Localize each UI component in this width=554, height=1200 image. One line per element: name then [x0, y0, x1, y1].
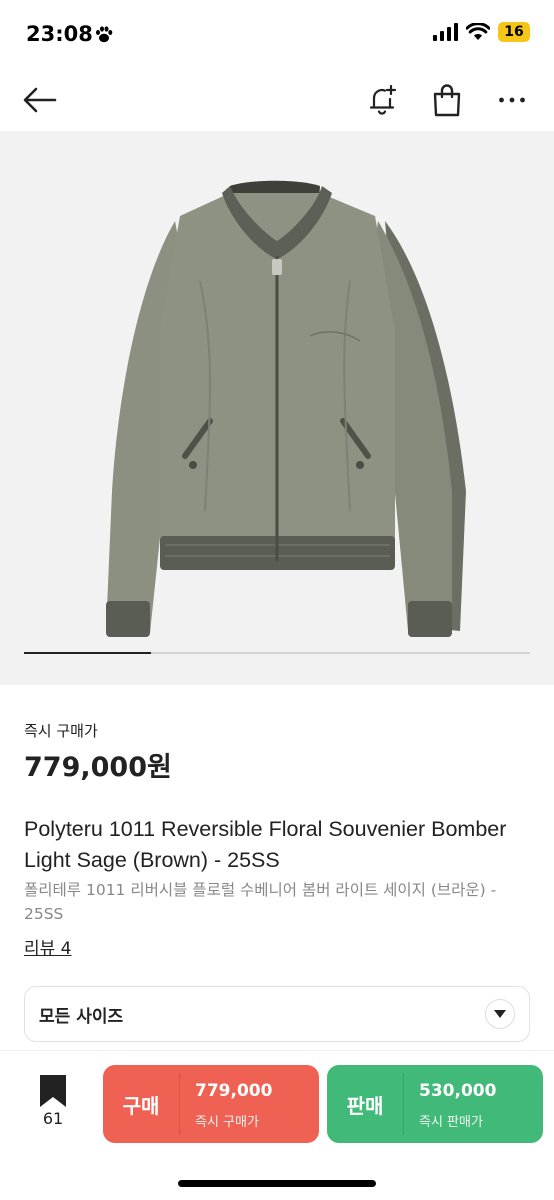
sell-button-divider — [403, 1073, 404, 1135]
nav-bar — [0, 70, 554, 130]
caret-down-icon — [494, 1010, 506, 1018]
sell-price-label: 즉시 판매가 — [419, 1115, 483, 1130]
buy-button-divider — [179, 1073, 180, 1135]
status-bar: 23:08 16 — [0, 0, 554, 70]
arrow-left-icon — [23, 87, 57, 113]
battery-indicator: 16 — [498, 22, 530, 42]
shopping-bag-button[interactable] — [427, 80, 467, 120]
gallery-progress-fill — [24, 652, 151, 654]
bell-plus-icon — [369, 84, 397, 115]
product-title-ko: 폴리테루 1011 리버시블 플로럴 수베니어 봄버 라이트 세이지 (브라운)… — [24, 881, 497, 923]
bookmark-count: 61 — [42, 1109, 64, 1128]
back-button[interactable] — [20, 80, 60, 120]
bottom-action-bar: 61 구매 779,000 즉시 구매가 판매 530,000 즉시 판매가 — [0, 1050, 554, 1200]
gallery-progress-bar — [24, 652, 530, 654]
sell-button-label: 판매 — [346, 1093, 384, 1118]
product-image-carousel[interactable] — [0, 131, 554, 685]
size-dropdown-button[interactable] — [485, 999, 515, 1029]
bookmark-button[interactable]: 61 — [30, 1075, 76, 1135]
product-title-en: Polyteru 1011 Reversible Floral Souvenie… — [24, 817, 507, 872]
buy-price: 779,000 — [195, 1081, 273, 1101]
more-options-button[interactable] — [492, 80, 532, 120]
size-select[interactable]: 모든 사이즈 — [24, 986, 530, 1042]
buy-price-label: 즉시 구매가 — [195, 1115, 259, 1130]
sell-price: 530,000 — [419, 1081, 497, 1101]
product-price: 779,000원 — [24, 752, 172, 783]
product-image — [106, 180, 466, 637]
more-horizontal-icon — [499, 97, 525, 103]
price-label: 즉시 구매가 — [24, 722, 98, 740]
sell-button[interactable]: 판매 530,000 즉시 판매가 — [327, 1065, 543, 1143]
notification-add-button[interactable] — [362, 80, 402, 120]
bookmark-icon — [40, 1075, 66, 1107]
size-select-label: 모든 사이즈 — [39, 1006, 124, 1027]
status-indicators: 16 — [432, 22, 530, 42]
buy-button[interactable]: 구매 779,000 즉시 구매가 — [103, 1065, 319, 1143]
paw-icon — [96, 26, 113, 43]
status-time: 23:08 — [26, 22, 93, 46]
wifi-icon — [466, 23, 490, 40]
review-link[interactable]: 리뷰 4 — [24, 934, 72, 959]
home-indicator[interactable] — [178, 1180, 376, 1187]
signal-icon — [433, 23, 458, 41]
shopping-bag-icon — [433, 84, 461, 117]
buy-button-label: 구매 — [122, 1093, 160, 1118]
